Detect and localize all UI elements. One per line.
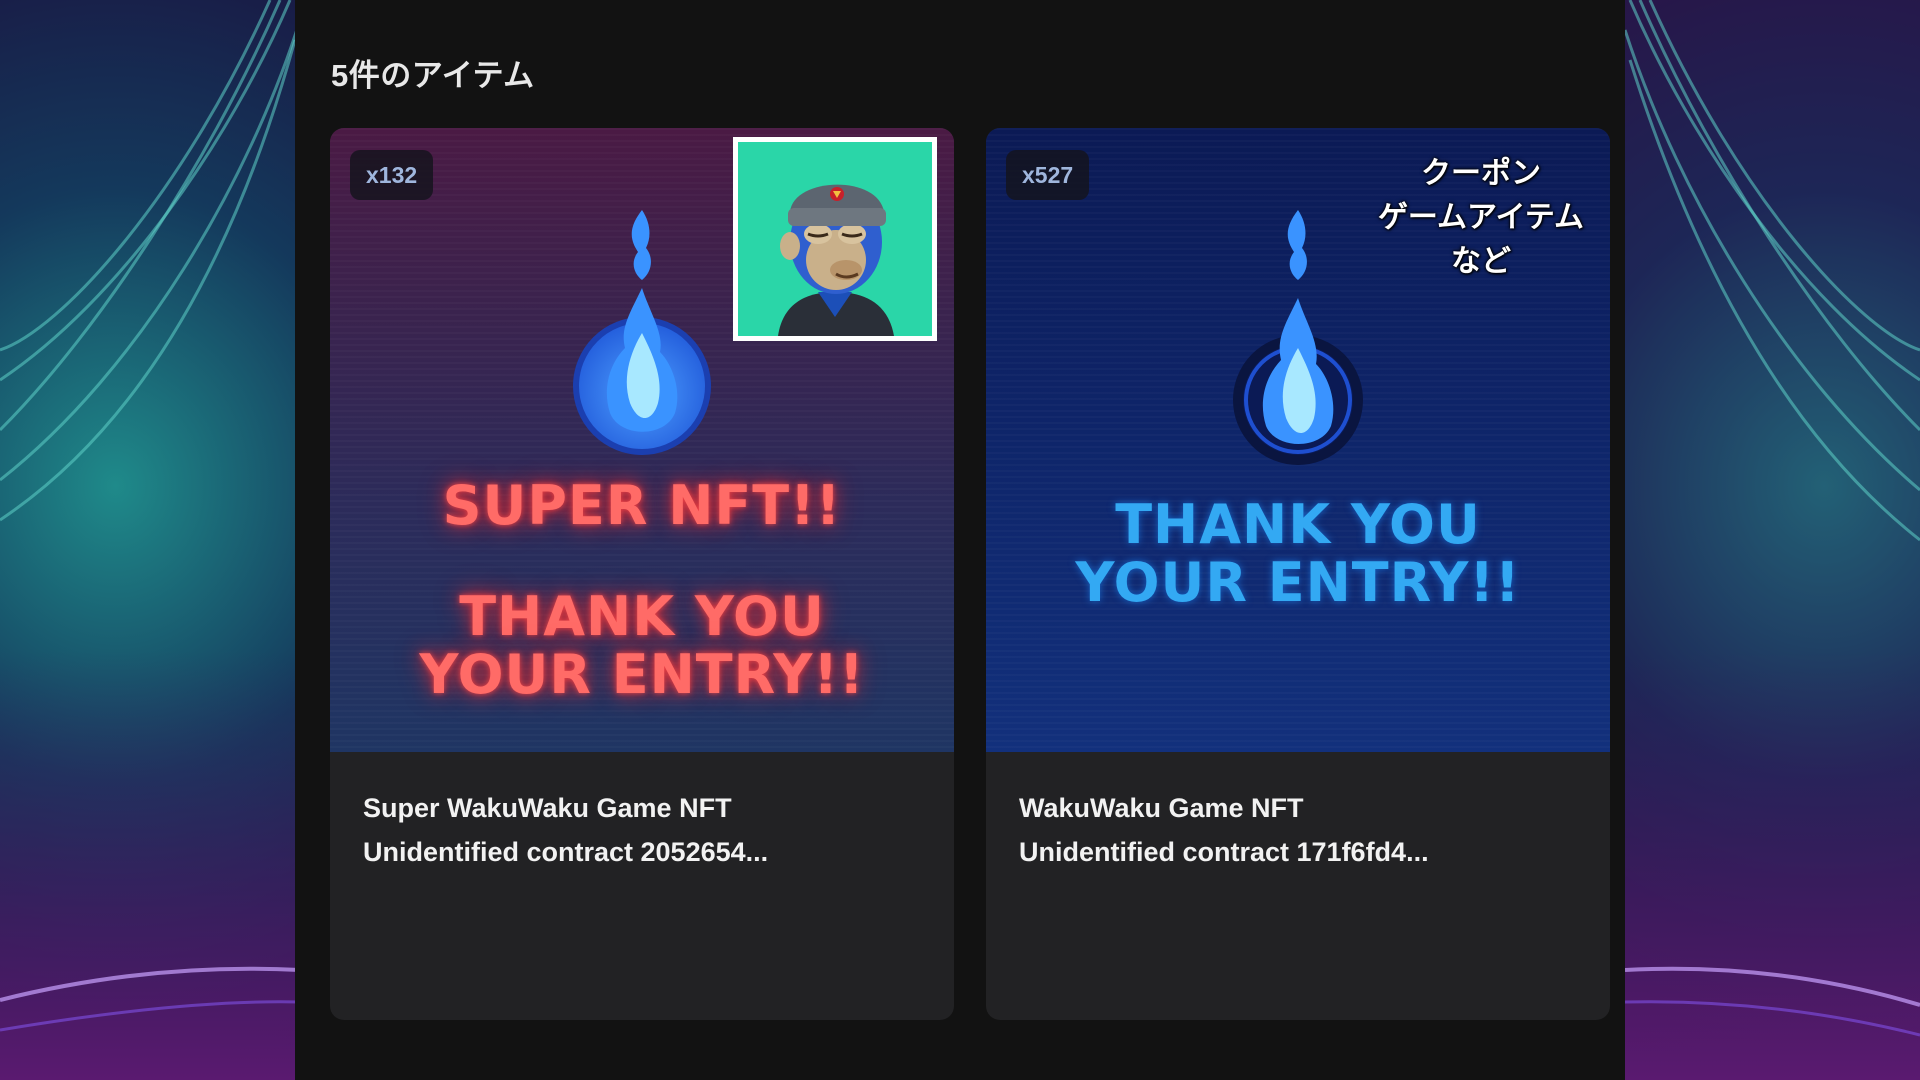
item-name: Super WakuWaku Game NFT: [363, 793, 732, 823]
overlay-line: など: [1451, 245, 1511, 278]
art-line: THANK YOU: [459, 585, 825, 648]
card-info: WakuWaku Game NFT Unidentified contract …: [1019, 786, 1579, 874]
caption-overlay: クーポン ゲームアイテム など: [1356, 152, 1606, 284]
card-info: Super WakuWaku Game NFT Unidentified con…: [363, 786, 923, 874]
art-headline: SUPER NFT!!: [330, 477, 954, 535]
art-line: THANK YOU: [1115, 493, 1481, 556]
quantity-badge: x132: [350, 150, 434, 200]
quantity-badge: x527: [1006, 150, 1090, 200]
nft-card[interactable]: SUPER NFT!! THANK YOU YOUR ENTRY!! x132: [330, 128, 954, 1020]
ape-thumbnail: [733, 137, 937, 341]
art-line: YOUR ENTRY!!: [1075, 551, 1521, 614]
overlay-line: クーポン: [1421, 157, 1541, 190]
items-panel: 5件のアイテム SUPER NFT!! THANK YOU YOUR ENTRY…: [295, 0, 1625, 1080]
item-contract: Unidentified contract 171f6fd4...: [1019, 837, 1429, 867]
nft-image: THANK YOU YOUR ENTRY!! x527 クーポン ゲームアイテム…: [986, 128, 1610, 752]
nft-image: SUPER NFT!! THANK YOU YOUR ENTRY!! x132: [330, 128, 954, 752]
page-title: 5件のアイテム: [331, 58, 535, 93]
art-message: THANK YOU YOUR ENTRY!!: [986, 496, 1610, 612]
nft-card[interactable]: THANK YOU YOUR ENTRY!! x527 クーポン ゲームアイテム…: [986, 128, 1610, 1020]
art-line: YOUR ENTRY!!: [419, 643, 865, 706]
item-name: WakuWaku Game NFT: [1019, 793, 1304, 823]
item-contract: Unidentified contract 2052654...: [363, 837, 769, 867]
art-message: THANK YOU YOUR ENTRY!!: [330, 588, 954, 704]
art-line: SUPER NFT!!: [442, 474, 842, 537]
ape-avatar-icon: [738, 142, 932, 336]
overlay-line: ゲームアイテム: [1377, 201, 1585, 234]
